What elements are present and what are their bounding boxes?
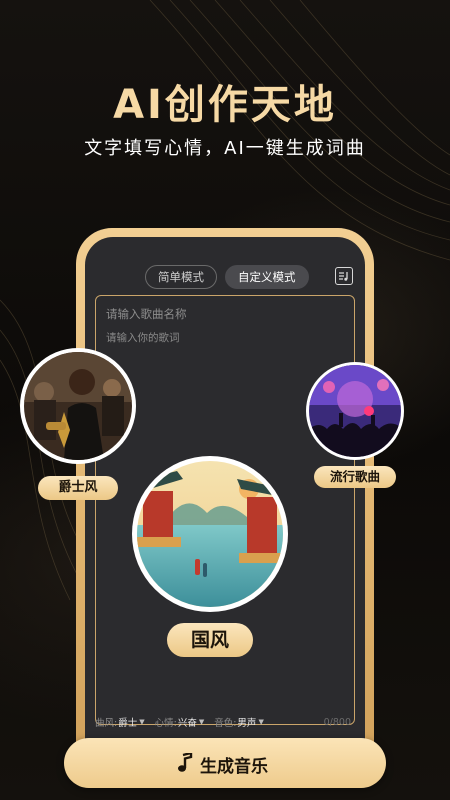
chevron-down-icon: ▼ — [139, 718, 145, 726]
concert-illustration — [309, 365, 401, 457]
page-subheadline: 文字填写心情，AI一键生成词曲 — [84, 138, 366, 159]
mode-tabs: 简单模式 自定义模式 — [145, 265, 309, 289]
voice-label: 音色: — [214, 718, 237, 729]
music-note-icon — [178, 753, 193, 772]
genre-select[interactable]: 曲风: 爵士 ▼ — [95, 715, 145, 729]
voice-select[interactable]: 音色: 男声 ▼ — [214, 715, 264, 729]
song-title-input[interactable]: 请输入歌曲名称 — [106, 306, 187, 322]
mood-label: 心情: — [154, 718, 177, 729]
pop-style-label[interactable]: 流行歌曲 — [314, 466, 396, 488]
chevron-down-icon: ▼ — [258, 718, 264, 726]
pop-style-image[interactable] — [306, 362, 404, 460]
page-headline: AI创作天地 — [113, 82, 337, 128]
voice-value: 男声 — [237, 718, 257, 729]
genre-label: 曲风: — [95, 718, 118, 729]
generate-music-label: 生成音乐 — [200, 757, 268, 777]
mood-select[interactable]: 心情: 兴奋 ▼ — [155, 715, 205, 729]
generate-music-button[interactable]: 生成音乐 — [64, 738, 386, 788]
genre-value: 爵士 — [118, 718, 138, 729]
playlist-icon[interactable] — [335, 267, 353, 285]
tab-custom-mode[interactable]: 自定义模式 — [225, 265, 309, 289]
lyrics-input[interactable]: 请输入你的歌词 — [106, 330, 180, 345]
jazz-style-image[interactable] — [20, 348, 136, 464]
char-count: 0/800 — [323, 716, 351, 728]
chevron-down-icon: ▼ — [198, 718, 205, 726]
guofeng-style-label[interactable]: 国风 — [167, 623, 253, 657]
jazz-illustration — [24, 352, 132, 460]
tab-simple-mode[interactable]: 简单模式 — [145, 265, 217, 289]
options-bar: 曲风: 爵士 ▼ 心情: 兴奋 ▼ 音色: 男声 ▼ 0/800 — [95, 715, 359, 730]
jazz-style-label[interactable]: 爵士风 — [38, 476, 118, 500]
mood-value: 兴奋 — [177, 718, 197, 729]
pavilion-illustration — [137, 461, 283, 607]
guofeng-style-image[interactable] — [132, 456, 288, 612]
